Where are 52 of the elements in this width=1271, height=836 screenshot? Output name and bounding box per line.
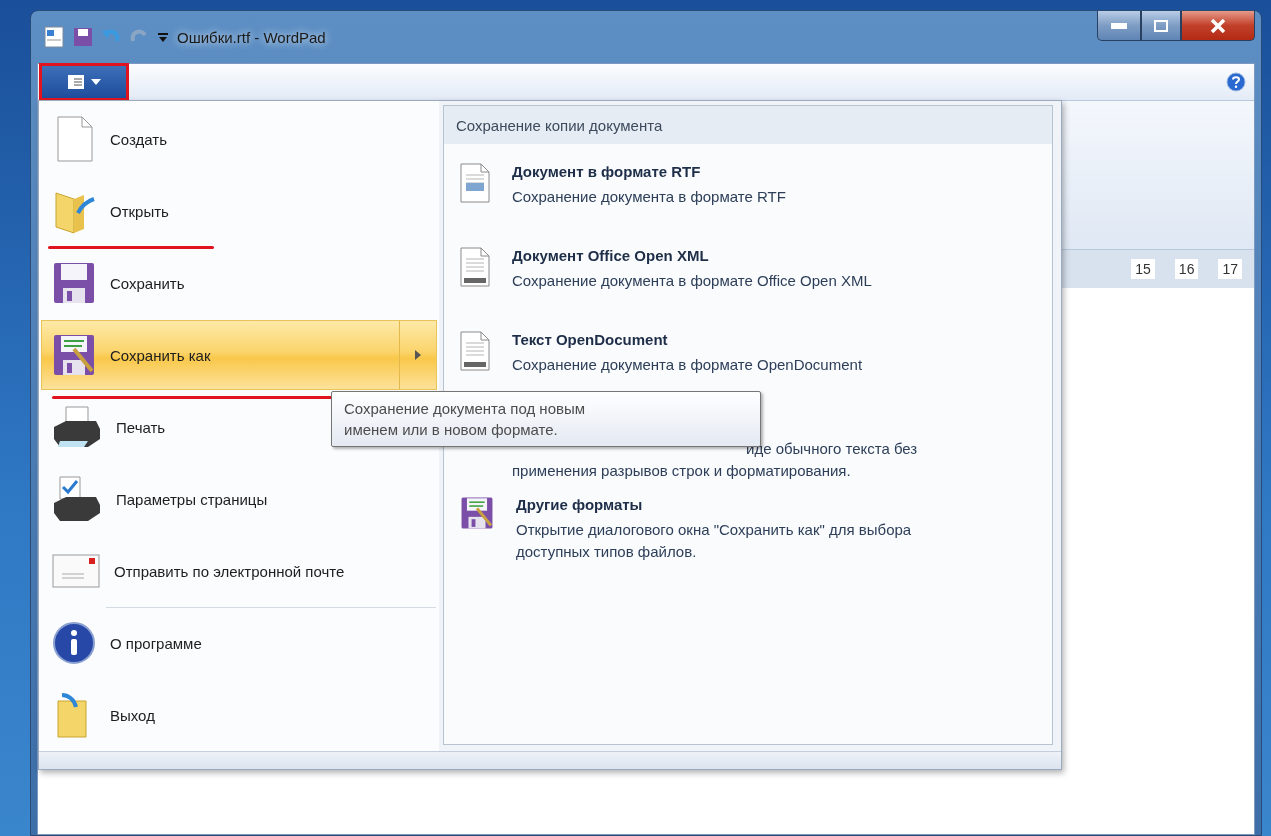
- printer-checkmark-icon: [52, 475, 102, 523]
- item-title: Другие форматы: [516, 496, 644, 513]
- ruler-number: 16: [1174, 259, 1199, 279]
- menu-item[interactable]: Отправить по электронной почте: [41, 536, 437, 606]
- menu-item[interactable]: О программе: [41, 608, 437, 678]
- item-description: Сохранение документа в формате Office Open XML: [512, 271, 872, 291]
- maximize-button[interactable]: [1141, 11, 1181, 41]
- rtf-document-icon: [460, 163, 490, 203]
- odt-document-icon: [460, 331, 490, 371]
- window-title: Ошибки.rtf - WordPad: [177, 28, 326, 46]
- tooltip-text: именем или в новом формате.: [344, 420, 559, 440]
- printer-icon: [52, 405, 102, 449]
- caret-icon: [91, 79, 101, 85]
- item-description: применения разрывов строк и форматирования.: [512, 461, 852, 481]
- tooltip-text: Сохранение документа под новым: [344, 399, 587, 419]
- customize-dropdown-icon[interactable]: [157, 30, 169, 44]
- save-icon[interactable]: [73, 27, 93, 47]
- arrow-right-icon: [415, 350, 421, 360]
- submenu-item[interactable]: Текст OpenDocument Сохранение документа в формате OpenDocument: [444, 312, 1052, 396]
- item-description: Сохранение документа в формате RTF: [512, 187, 786, 207]
- envelope-icon: [52, 554, 100, 588]
- submenu-item[interactable]: Другие форматы Открытие диалогового окна "Сохранить как" для выбора доступных типов файлов.: [444, 482, 1052, 575]
- floppy-pencil-icon: [460, 496, 494, 530]
- item-title: Текст OpenDocument: [512, 331, 669, 348]
- close-icon: [1210, 18, 1226, 33]
- submenu-item[interactable]: Документ Office Open XML Сохранение документа в формате Office Open XML: [444, 228, 1052, 312]
- docx-document-icon: [460, 247, 490, 287]
- item-description: Сохранение документа в формате OpenDocument: [512, 355, 863, 375]
- submenu-title: Сохранение копии документа: [444, 106, 1052, 144]
- menu-item[interactable]: Открыть: [41, 176, 437, 246]
- submenu-item[interactable]: Документ в формате RTF Сохранение документа в формате RTF: [444, 144, 1052, 228]
- menu-item[interactable]: Сохранить: [41, 248, 437, 318]
- app-menu-button[interactable]: [42, 66, 126, 98]
- help-icon[interactable]: [1226, 72, 1246, 92]
- close-button[interactable]: [1181, 11, 1255, 41]
- minimize-icon: [1111, 22, 1127, 29]
- menu-item[interactable]: Параметры страницы: [41, 464, 437, 534]
- item-title: Документ Office Open XML: [512, 247, 710, 264]
- item-description: доступных типов файлов.: [516, 542, 698, 562]
- floppy-pencil-icon: [52, 333, 96, 377]
- menu-item[interactable]: Выход: [41, 680, 437, 750]
- info-icon: [52, 621, 96, 665]
- ruler-number: 17: [1218, 259, 1242, 279]
- wordpad-icon: [43, 26, 65, 48]
- item-title: Документ в формате RTF: [512, 163, 702, 180]
- minimize-button[interactable]: [1097, 11, 1141, 41]
- item-description: Открытие диалогового окна "Сохранить как" для выбора: [516, 520, 912, 540]
- ruler-number: 15: [1131, 259, 1155, 279]
- document-icon: [67, 74, 85, 90]
- floppy-icon: [52, 261, 96, 305]
- menu-item[interactable]: Создать: [41, 104, 437, 174]
- maximize-icon: [1154, 19, 1168, 32]
